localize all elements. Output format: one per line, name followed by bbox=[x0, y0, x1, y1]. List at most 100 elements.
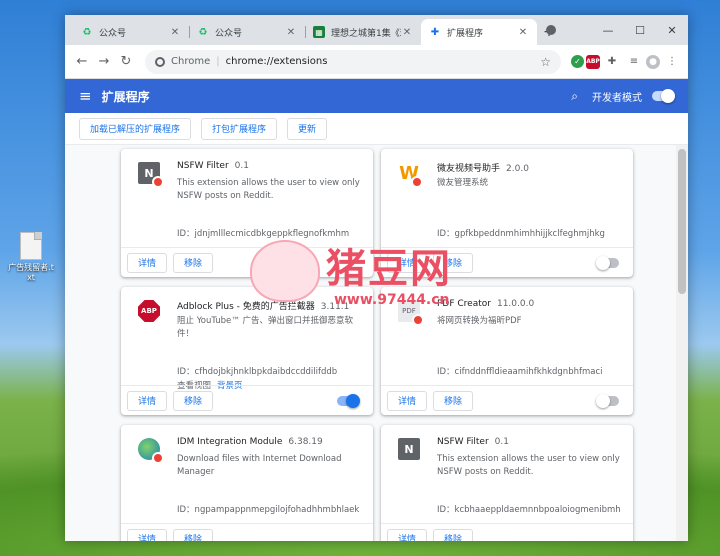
back-icon[interactable]: ← bbox=[71, 51, 93, 73]
extension-card: PDF PDF Creator 11.0.0.0 将网页转换为福昕PDF ID：c… bbox=[381, 287, 633, 415]
sheet-icon: ▦ bbox=[313, 26, 325, 38]
extension-id: ID：ngpampappnmepgilojfohadhhmbhlaek bbox=[177, 505, 360, 515]
kebab-menu-icon[interactable]: ⋮ bbox=[662, 52, 682, 72]
toggle-knob bbox=[596, 256, 610, 270]
browser-window: ♻ 公众号 ✕ ♻ 公众号 ✕ ▦ 理想之城第1集《理想… ✕ ✚ 扩展程序 ✕… bbox=[65, 15, 688, 541]
window-close-icon[interactable]: ✕ bbox=[656, 24, 688, 37]
extension-card: W 微友视频号助手 2.0.0 微友管理系统 ID：gpfkbpeddnmhimh… bbox=[381, 149, 633, 277]
pack-extension-button[interactable]: 打包扩展程序 bbox=[201, 117, 278, 140]
browser-toolbar: ← → ↻ Chrome | chrome://extensions ☆ ✓ A… bbox=[65, 45, 688, 79]
remove-button[interactable]: 移除 bbox=[433, 528, 474, 541]
address-url: chrome://extensions bbox=[225, 56, 328, 67]
green-extension-icon[interactable]: ✓ bbox=[571, 55, 584, 68]
extension-id: ID：kcbhaaeppldaemnnbpoaloiogmenibmh bbox=[437, 505, 621, 515]
close-icon[interactable]: ✕ bbox=[517, 27, 529, 38]
extension-name: PDF Creator 11.0.0.0 bbox=[437, 299, 535, 309]
extension-card: N NSFW Filter 0.1 This extension allows t… bbox=[121, 149, 373, 277]
remove-button[interactable]: 移除 bbox=[433, 252, 474, 273]
remove-button[interactable]: 移除 bbox=[433, 390, 474, 411]
extensions-header: ≡ 扩展程序 ⌕ 开发者模式 bbox=[65, 79, 688, 113]
hamburger-menu-icon[interactable]: ≡ bbox=[79, 87, 92, 105]
maximize-icon[interactable]: ☐ bbox=[624, 24, 656, 37]
remove-button[interactable]: 移除 bbox=[173, 252, 214, 273]
enable-toggle[interactable] bbox=[596, 394, 619, 408]
extension-description: 将网页转换为福昕PDF bbox=[437, 316, 522, 326]
extension-description: Download files with Internet Download Ma… bbox=[177, 454, 342, 477]
extension-card: N NSFW Filter 0.1 This extension allows t… bbox=[381, 425, 633, 541]
details-button[interactable]: 详情 bbox=[387, 252, 428, 273]
profile-avatar-icon[interactable]: ● bbox=[646, 54, 660, 69]
card-footer: 详情 移除 bbox=[121, 385, 373, 415]
tab-title: 公众号 bbox=[215, 28, 243, 39]
toggle-knob bbox=[596, 394, 610, 408]
extension-description: This extension allows the user to view o… bbox=[437, 454, 620, 477]
text-file-icon bbox=[20, 232, 42, 260]
tab-strip: ♻ 公众号 ✕ ♻ 公众号 ✕ ▦ 理想之城第1集《理想… ✕ ✚ 扩展程序 ✕… bbox=[65, 15, 688, 45]
extension-id: ID：cifnddnffldieaamihfkhkdgnbhfmaci bbox=[437, 367, 603, 377]
close-icon[interactable]: ✕ bbox=[401, 27, 413, 38]
enable-toggle[interactable] bbox=[596, 256, 619, 270]
developer-actions: 加载已解压的扩展程序 打包扩展程序 更新 bbox=[65, 113, 688, 145]
extension-name: Adblock Plus - 免费的广告拦截器 3.11.1 bbox=[177, 302, 350, 312]
extension-icons: ✓ ABP ✚ ≡ ● ⋮ bbox=[569, 52, 682, 72]
extension-name: NSFW Filter 0.1 bbox=[177, 161, 249, 171]
toggle-knob bbox=[661, 89, 675, 103]
extensions-puzzle-icon[interactable]: ✚ bbox=[602, 52, 622, 72]
details-button[interactable]: 详情 bbox=[387, 528, 428, 541]
extension-card: ABP Adblock Plus - 免费的广告拦截器 3.11.1 阻止 You… bbox=[121, 287, 373, 415]
extension-id: ID：cfhdojbkjhnklbpkdaibdccddilifddb bbox=[177, 367, 338, 377]
enable-toggle[interactable] bbox=[337, 394, 360, 408]
tab-title: 公众号 bbox=[99, 28, 127, 39]
forward-icon[interactable]: → bbox=[93, 51, 115, 73]
card-footer: 详情 移除 bbox=[381, 523, 633, 541]
desktop-file-name: 广告残留者.txt bbox=[8, 263, 54, 282]
dev-mode-toggle[interactable] bbox=[652, 89, 675, 103]
wechat-icon: ♻ bbox=[198, 26, 208, 38]
card-footer: 详情 移除 bbox=[381, 247, 633, 277]
tab-wechat-2[interactable]: ♻ 公众号 ✕ bbox=[189, 19, 305, 45]
abp-extension-icon[interactable]: ABP bbox=[586, 54, 600, 69]
desktop-file[interactable]: 广告残留者.txt bbox=[8, 232, 54, 283]
details-button[interactable]: 详情 bbox=[127, 528, 168, 541]
extension-description: 微友管理系统 bbox=[437, 178, 489, 188]
page-scrollbar[interactable] bbox=[676, 145, 688, 541]
dev-mode-label: 开发者模式 bbox=[592, 92, 642, 104]
extension-name: NSFW Filter 0.1 bbox=[437, 437, 509, 447]
idm-icon bbox=[135, 435, 164, 464]
chrome-site-icon bbox=[155, 56, 165, 67]
reload-icon[interactable]: ↻ bbox=[115, 51, 137, 73]
details-button[interactable]: 详情 bbox=[127, 390, 168, 411]
address-bar[interactable]: Chrome | chrome://extensions ☆ bbox=[145, 49, 561, 74]
close-icon[interactable]: ✕ bbox=[285, 27, 297, 38]
tab-search-icon[interactable] bbox=[546, 25, 556, 35]
extension-name: IDM Integration Module 6.38.19 bbox=[177, 437, 323, 447]
remove-button[interactable]: 移除 bbox=[173, 390, 214, 411]
weiyou-icon: W bbox=[395, 159, 423, 188]
details-button[interactable]: 详情 bbox=[387, 390, 428, 411]
remove-button[interactable]: 移除 bbox=[173, 528, 214, 541]
tab-title: 理想之城第1集《理想… bbox=[331, 28, 401, 39]
update-button[interactable]: 更新 bbox=[287, 117, 328, 140]
address-separator: | bbox=[216, 56, 220, 67]
tab-title: 扩展程序 bbox=[447, 28, 484, 39]
extension-id: ID：jdnjmlllecmicdbkgeppkflegnofkmhm bbox=[177, 229, 350, 239]
tab-extensions[interactable]: ✚ 扩展程序 ✕ bbox=[421, 19, 537, 45]
extension-id: ID：gpfkbpeddnmhimhhijjkclfeghmjhkg bbox=[437, 229, 605, 239]
details-button[interactable]: 详情 bbox=[127, 252, 168, 273]
search-icon[interactable]: ⌕ bbox=[571, 89, 578, 104]
puzzle-icon: ✚ bbox=[430, 26, 440, 38]
tab-sheet[interactable]: ▦ 理想之城第1集《理想… ✕ bbox=[305, 19, 421, 45]
page-title: 扩展程序 bbox=[101, 89, 150, 104]
tab-wechat-1[interactable]: ♻ 公众号 ✕ bbox=[73, 19, 189, 45]
minimize-icon[interactable]: — bbox=[592, 24, 624, 37]
media-control-icon[interactable]: ≡ bbox=[624, 52, 644, 72]
extension-card: IDM Integration Module 6.38.19 Download f… bbox=[121, 425, 373, 541]
load-unpacked-button[interactable]: 加载已解压的扩展程序 bbox=[79, 117, 192, 140]
scrollbar-thumb[interactable] bbox=[678, 149, 686, 294]
close-icon[interactable]: ✕ bbox=[169, 27, 181, 38]
bookmark-star-icon[interactable]: ☆ bbox=[540, 55, 551, 69]
extension-description: This extension allows the user to view o… bbox=[177, 178, 360, 201]
abp-icon: ABP bbox=[135, 297, 163, 325]
address-origin: Chrome bbox=[171, 56, 211, 67]
card-footer: 详情 移除 bbox=[121, 523, 373, 541]
